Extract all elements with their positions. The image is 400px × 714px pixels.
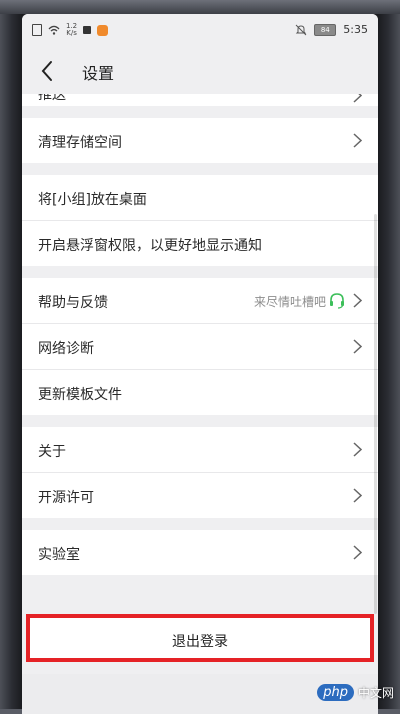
notification-icon [83,26,92,34]
row-label: 更新模板文件 [38,387,122,403]
watermark: php 中文网 [317,684,394,701]
row-help-feedback[interactable]: 帮助与反馈 来尽情吐槽吧 [22,278,378,324]
network-speed: 1.2 K/s [66,23,77,37]
clock: 5:35 [343,23,368,36]
row-network-diagnosis[interactable]: 网络诊断 [22,324,378,370]
section-help: 帮助与反馈 来尽情吐槽吧 网络诊断 更新模板文件 [22,278,378,415]
watermark-badge: php [317,684,354,701]
row-label: 关于 [38,444,66,460]
row-label: 帮助与反馈 [38,295,108,311]
screen: 1.2 K/s 84 5:35 设置 推送 清理存储空间 将[小组]放在桌面 开… [22,14,378,714]
row-label: 开源许可 [38,490,94,506]
chevron-right-icon [353,488,362,503]
feedback-hint: 来尽情吐槽吧 [253,295,326,309]
section-about: 关于 开源许可 [22,427,378,518]
chevron-right-icon [353,293,362,308]
row-label: 开启悬浮窗权限，以更好地显示通知 [38,238,262,254]
watermark-text: 中文网 [357,686,394,700]
row-open-source-licenses[interactable]: 开源许可 [22,473,378,518]
status-right: 84 5:35 [295,23,368,36]
sim-icon [32,24,42,36]
title-bar: 设置 [22,48,378,94]
partial-setting-row[interactable]: 推送 [22,94,378,106]
headset-icon [330,293,344,309]
row-clear-storage[interactable]: 清理存储空间 [22,118,378,163]
row-update-templates[interactable]: 更新模板文件 [22,370,378,415]
row-about[interactable]: 关于 [22,427,378,473]
section-gap [22,266,378,278]
chevron-right-icon [353,133,362,148]
section-gap [22,415,378,427]
chevron-right-icon [353,442,362,457]
partial-setting-label: 推送 [38,94,66,103]
section-gap [22,163,378,175]
row-floating-window-permission[interactable]: 开启悬浮窗权限，以更好地显示通知 [22,221,378,266]
row-label: 将[小组]放在桌面 [38,192,147,208]
row-laboratory[interactable]: 实验室 [22,530,378,575]
back-arrow-icon[interactable] [36,59,60,83]
page-title: 设置 [82,64,115,83]
logout-label: 退出登录 [172,634,228,650]
chevron-right-icon [353,94,362,103]
status-bar: 1.2 K/s 84 5:35 [22,14,378,48]
network-speed-unit: K/s [66,29,77,37]
chevron-right-icon [353,545,362,560]
section-gap [22,518,378,530]
status-left: 1.2 K/s [32,23,109,37]
app-notification-icon [97,24,109,36]
row-label: 清理存储空间 [38,135,122,151]
row-label: 实验室 [38,547,80,563]
scrollbar[interactable] [374,214,377,614]
battery-icon: 84 [314,23,337,36]
phone-bezel [0,0,400,14]
row-pin-to-desktop[interactable]: 将[小组]放在桌面 [22,175,378,221]
mute-icon [295,24,307,35]
logout-button[interactable]: 退出登录 [26,614,374,662]
row-label: 网络诊断 [38,341,94,357]
section-storage: 清理存储空间 [22,118,378,163]
section-gap [22,106,378,118]
settings-list: 推送 清理存储空间 将[小组]放在桌面 开启悬浮窗权限，以更好地显示通知 帮助与… [22,94,378,575]
section-lab: 实验室 [22,530,378,575]
chevron-right-icon [353,339,362,354]
section-desktop: 将[小组]放在桌面 开启悬浮窗权限，以更好地显示通知 [22,175,378,266]
wifi-icon [48,25,60,35]
